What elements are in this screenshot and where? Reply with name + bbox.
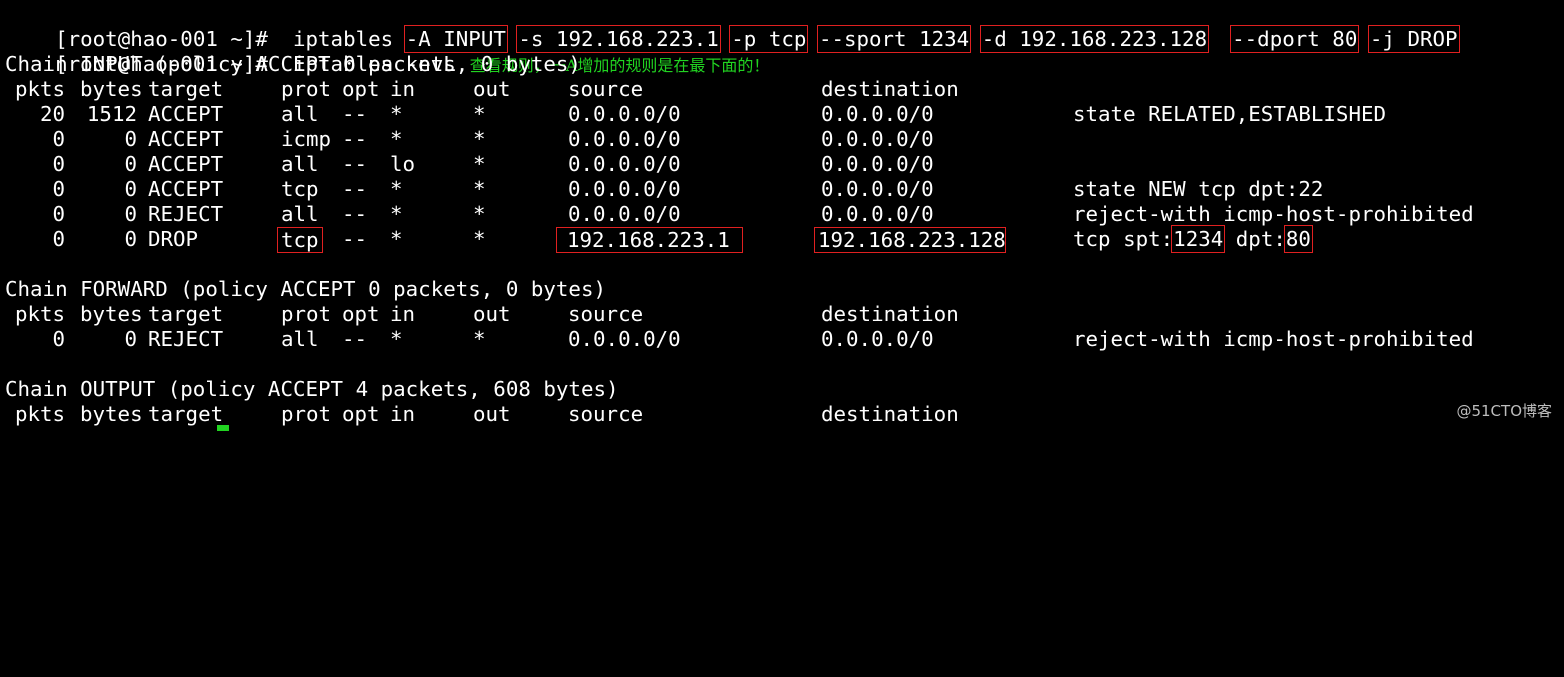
arg-destination: -d 192.168.223.128 [979,25,1210,53]
cell-opt: -- [342,102,368,126]
cell-out: * [473,202,486,226]
cell-destination: 0.0.0.0/0 [821,152,934,176]
cell-prot: tcp [281,177,319,201]
cell-extra: reject-with icmp-host-prohibited [1073,202,1474,226]
cell-pkts: 0 [52,327,65,351]
cell-out: * [473,152,486,176]
highlight-dpt: 80 [1283,225,1313,253]
cell-out: * [473,177,486,201]
cell-bytes: 0 [124,202,137,226]
cell-in: * [390,102,403,126]
cell-target: REJECT [148,327,224,351]
table-row: 0 0 ACCEPT all -- lo * 0.0.0.0/0 0.0.0.0/0 [5,152,1557,177]
arg-sport: --sport 1234 [816,25,972,53]
cell-bytes: 0 [124,177,137,201]
cell-prot: icmp [281,127,332,151]
table-row: 0 0 REJECT all -- * * 0.0.0.0/0 0.0.0.0/0 reject-… [5,202,1557,227]
cell-in: * [390,177,403,201]
cell-target: ACCEPT [148,127,224,151]
cell-source: 0.0.0.0/0 [568,327,681,351]
cell-opt: -- [342,177,368,201]
cell-destination: 0.0.0.0/0 [821,327,934,351]
cell-bytes: 0 [124,127,137,151]
cell-target: ACCEPT [148,102,224,126]
cell-pkts: 0 [52,177,65,201]
cell-out: * [473,102,486,126]
highlight-destination: 192.168.223.128 [814,227,1006,253]
cell-in: * [390,327,403,351]
cell-source: 0.0.0.0/0 [568,102,681,126]
cell-prot: all [281,202,319,226]
table-row: 0 0 ACCEPT tcp -- * * 0.0.0.0/0 0.0.0.0/0 state N… [5,177,1557,202]
cell-prot: all [281,152,319,176]
cell-source: 0.0.0.0/0 [568,202,681,226]
cell-pkts: 0 [52,127,65,151]
cell-in: lo [390,152,416,176]
table-row: 0 0 REJECT all -- * * 0.0.0.0/0 0.0.0.0/0 reject-… [5,327,1557,352]
cell-source: 0.0.0.0/0 [568,127,681,151]
cell-opt: -- [342,327,368,351]
table-header: pkts bytes target prot opt in out source… [15,77,959,101]
highlight-prot: tcp [277,227,323,253]
cell-bytes: 1512 [86,102,137,126]
cell-out: * [473,327,486,351]
cell-destination: 0.0.0.0/0 [821,102,934,126]
arg-dport: --dport 80 [1230,25,1360,53]
cell-pkts: 0 [52,152,65,176]
cell-target: ACCEPT [148,152,224,176]
command-line-1: [root@hao-001 ~]# iptables -A INPUT -s 1… [5,2,1460,53]
cell-opt: -- [342,152,368,176]
table-row-drop: 0 0 DROP tcp -- * * 192.168.223.1 192.16… [52,225,1313,253]
cell-target: ACCEPT [148,177,224,201]
cell-target: REJECT [148,202,224,226]
cell-in: * [390,127,403,151]
cell-destination: 0.0.0.0/0 [821,202,934,226]
cell-opt: -- [342,202,368,226]
cell-extra: state NEW tcp dpt:22 [1073,177,1324,201]
cell-source: 0.0.0.0/0 [568,152,681,176]
cell-pkts: 0 [52,202,65,226]
chain-title-input: Chain INPUT (policy ACCEPT 0 packets, 0 … [5,52,581,76]
chain-title-output: Chain OUTPUT (policy ACCEPT 4 packets, 6… [5,377,619,401]
cell-bytes: 0 [124,327,137,351]
table-header: pkts bytes target prot opt in out source… [15,302,959,326]
cell-prot: all [281,102,319,126]
terminal-cursor [217,425,229,431]
cell-destination: 0.0.0.0/0 [821,177,934,201]
table-row: 0 0 ACCEPT icmp -- * * 0.0.0.0/0 0.0.0.0/0 [5,127,1557,152]
highlight-spt: 1234 [1171,225,1226,253]
chain-title-forward: Chain FORWARD (policy ACCEPT 0 packets, … [5,277,606,301]
cell-extra: reject-with icmp-host-prohibited [1073,327,1474,351]
cell-extra: state RELATED,ESTABLISHED [1073,102,1387,126]
cell-pkts: 20 [39,102,65,126]
command-line-2: [root@hao-001 ~]# iptables -nvL 查看规则，一A增加… [5,27,769,76]
watermark: @51CTO博客 [1456,402,1552,420]
cell-opt: -- [342,127,368,151]
cell-prot: all [281,327,319,351]
cell-destination: 0.0.0.0/0 [821,127,934,151]
table-row: 20 1512 ACCEPT all -- * * 0.0.0.0/0 0.0.0.0/0 sta… [5,102,1557,127]
cell-bytes: 0 [124,152,137,176]
cell-source: 0.0.0.0/0 [568,177,681,201]
terminal-output[interactable]: [root@hao-001 ~]# iptables -A INPUT -s 1… [5,2,1557,430]
table-header: pkts bytes target prot opt in out source… [15,402,959,426]
cell-in: * [390,202,403,226]
arg-jump: -j DROP [1367,25,1460,53]
cell-out: * [473,127,486,151]
highlight-source: 192.168.223.1 [556,227,743,253]
